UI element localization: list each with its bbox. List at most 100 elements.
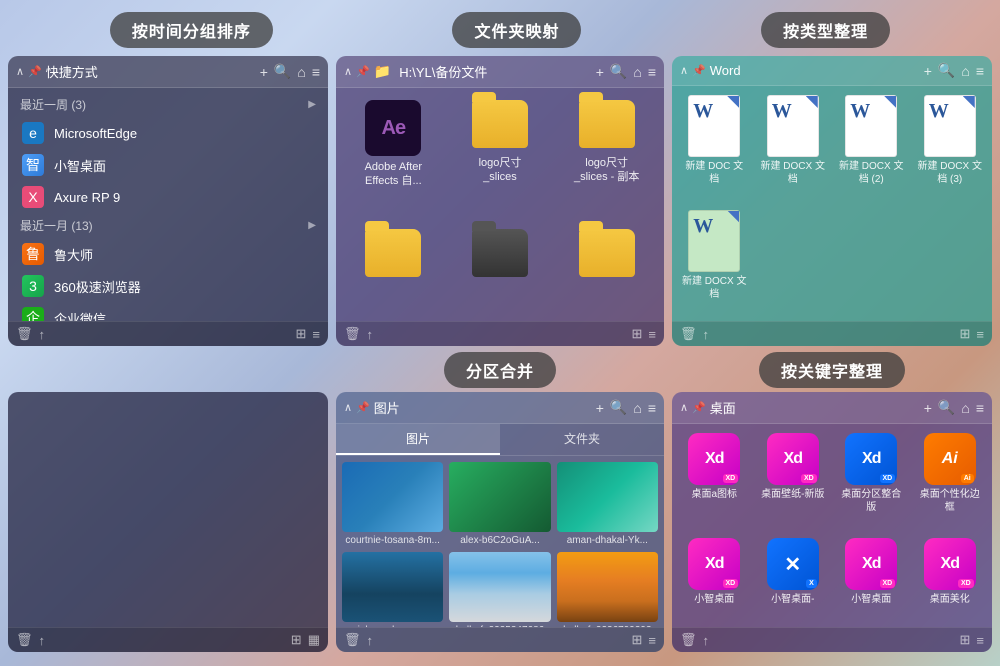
word-item-3[interactable]: W 新建 DOCX 文档 (2) <box>835 92 908 201</box>
images-sort-icon[interactable]: ↑ <box>367 633 374 648</box>
images-pin-icon[interactable]: 📌 <box>356 401 370 414</box>
word-search-icon[interactable]: 🔍 <box>938 62 955 79</box>
group-month-label: 最近一月 (13) <box>20 217 308 234</box>
folder-trash-icon[interactable]: 🗑 <box>344 326 361 342</box>
bottom-label-middle: 分区合并 <box>336 352 664 388</box>
shortcut-xiaozhi[interactable]: 智 小智桌面 <box>8 149 328 181</box>
image-item-1[interactable]: courtnie-tosana-8m... <box>342 462 443 546</box>
desktop-icon-7[interactable]: Xd XD 小智桌面 <box>835 535 908 621</box>
desktop-menu-icon[interactable]: ≡ <box>976 400 984 416</box>
word-pin-icon[interactable]: 📌 <box>692 64 706 77</box>
search-icon[interactable]: 🔍 <box>274 63 291 80</box>
desktop-icon-8[interactable]: Xd XD 桌面美化 <box>914 535 987 621</box>
shortcut-wechatwork[interactable]: 企 企业微信 <box>8 302 328 321</box>
word-item-1[interactable]: W 新建 DOC 文档 <box>678 92 751 201</box>
desktop-trash-icon[interactable]: 🗑 <box>680 632 697 648</box>
image-item-4[interactable]: john-roden-ca... <box>342 552 443 627</box>
menu-icon[interactable]: ≡ <box>312 64 320 80</box>
desktop-icon-6[interactable]: ✕ X 小智桌面- <box>757 535 830 621</box>
tab-folders[interactable]: 文件夹 <box>500 424 664 455</box>
images-chevron-icon[interactable]: ∧ <box>344 401 352 414</box>
image-item-5[interactable]: hellorf_2235347686 <box>449 552 550 627</box>
add-icon[interactable]: + <box>260 64 268 80</box>
desktop-search-icon[interactable]: 🔍 <box>938 399 955 416</box>
word-grid-icon[interactable]: ⊞ <box>960 326 971 342</box>
word-trash-icon[interactable]: 🗑 <box>680 326 697 342</box>
folder-grid-icon[interactable]: ⊞ <box>632 326 643 342</box>
desktop-icon-1[interactable]: Xd XD 桌面a图标 <box>678 430 751 529</box>
images-settings-icon[interactable]: ⌂ <box>633 400 641 416</box>
folder-menu-icon[interactable]: ≡ <box>648 64 656 80</box>
grid-icon[interactable]: ⊞ <box>296 326 307 342</box>
trash-icon[interactable]: 🗑 <box>16 326 33 342</box>
word-sort-icon[interactable]: ↑ <box>703 327 710 342</box>
group-week-arrow[interactable]: ▶ <box>308 99 316 110</box>
tab-images[interactable]: 图片 <box>336 424 500 455</box>
shortcuts-bottom-sort[interactable]: ↑ <box>39 633 46 648</box>
folder-pin-icon[interactable]: 📌 <box>356 65 370 78</box>
shortcuts-bottom-grid[interactable]: ⊞ <box>291 632 302 648</box>
folder-item-dark[interactable] <box>451 225 550 313</box>
thumb-5 <box>449 552 550 622</box>
images-menu-icon[interactable]: ≡ <box>648 400 656 416</box>
shortcut-360[interactable]: 3 360极速浏览器 <box>8 270 328 302</box>
image-item-2[interactable]: alex-b6C2oGuA... <box>449 462 550 546</box>
desktop-icon-5[interactable]: Xd XD 小智桌面 <box>678 535 751 621</box>
word-item-5[interactable]: W 新建 DOCX 文档 <box>678 207 751 316</box>
folder-list-icon[interactable]: ≡ <box>648 327 656 342</box>
desktop-icon-3[interactable]: Xd XD 桌面分区整合版 <box>835 430 908 529</box>
folder-item-ae[interactable]: Ae Adobe AfterEffects 自... <box>344 96 443 217</box>
ludashi-label: 鲁大师 <box>54 245 93 264</box>
group-month-arrow[interactable]: ▶ <box>308 220 316 231</box>
sort-icon[interactable]: ↑ <box>39 327 46 342</box>
folder-sort-icon[interactable]: ↑ <box>367 327 374 342</box>
word-settings-icon[interactable]: ⌂ <box>961 63 969 79</box>
images-trash-icon[interactable]: 🗑 <box>344 632 361 648</box>
folder-item-empty1[interactable] <box>344 225 443 313</box>
folder-panel: ∧ 📌 📁 H:\YL\备份文件 + 🔍 ⌂ ≡ Ae Adobe AfterE… <box>336 56 664 346</box>
folder-item-empty3[interactable] <box>557 225 656 313</box>
pin-icon[interactable]: 📌 <box>28 65 42 78</box>
images-list-icon[interactable]: ≡ <box>648 633 656 648</box>
folder-item-logo2[interactable]: logo尺寸_slices - 副本 <box>557 96 656 217</box>
images-tabs: 图片 文件夹 <box>336 424 664 456</box>
folder-search-icon[interactable]: 🔍 <box>610 63 627 80</box>
folder-chevron-icon[interactable]: ∧ <box>344 65 352 78</box>
chevron-up-icon[interactable]: ∧ <box>16 65 24 78</box>
word-chevron-icon[interactable]: ∧ <box>680 64 688 77</box>
word-doc-icon-1: W <box>688 95 740 157</box>
desktop-icon-4[interactable]: Ai Ai 桌面个性化边框 <box>914 430 987 529</box>
folder-item-logo1[interactable]: logo尺寸_slices <box>451 96 550 217</box>
word-add-icon[interactable]: + <box>924 63 932 79</box>
folder-add-icon[interactable]: + <box>596 64 604 80</box>
desktop-icon-2[interactable]: Xd XD 桌面壁纸-新版 <box>757 430 830 529</box>
shortcut-axure[interactable]: X Axure RP 9 <box>8 181 328 213</box>
shortcuts-bottom-trash[interactable]: 🗑 <box>16 632 33 648</box>
images-search-icon[interactable]: 🔍 <box>610 399 627 416</box>
list-icon[interactable]: ≡ <box>312 327 320 342</box>
logo2-icon-wrapper <box>579 100 635 152</box>
label-type-organize: 按类型整理 <box>761 12 890 48</box>
desktop-add-icon[interactable]: + <box>924 400 932 416</box>
word-item-4[interactable]: W 新建 DOCX 文档 (3) <box>914 92 987 201</box>
desktop-list-icon[interactable]: ≡ <box>976 633 984 648</box>
folder-settings-icon[interactable]: ⌂ <box>633 64 641 80</box>
shortcuts-bottom-list[interactable]: ▦ <box>308 632 320 648</box>
word-list-icon[interactable]: ≡ <box>976 327 984 342</box>
desktop-settings-icon[interactable]: ⌂ <box>961 400 969 416</box>
settings-icon[interactable]: ⌂ <box>297 64 305 80</box>
image-item-6[interactable]: hellorf_2236799393 <box>557 552 658 627</box>
image-item-3[interactable]: aman-dhakal-Yk... <box>557 462 658 546</box>
desktop-pin-icon[interactable]: 📌 <box>692 401 706 414</box>
desktop-grid-icon[interactable]: ⊞ <box>960 632 971 648</box>
word-menu-icon[interactable]: ≡ <box>976 63 984 79</box>
word-item-2[interactable]: W 新建 DOCX 文档 <box>757 92 830 201</box>
images-add-icon[interactable]: + <box>596 400 604 416</box>
xd-text-5: Xd <box>705 555 723 573</box>
shortcut-edge[interactable]: e MicrosoftEdge <box>8 117 328 149</box>
images-grid-icon[interactable]: ⊞ <box>632 632 643 648</box>
desktop-chevron-icon[interactable]: ∧ <box>680 401 688 414</box>
desktop-sort-icon[interactable]: ↑ <box>703 633 710 648</box>
shortcut-ludashi[interactable]: 鲁 鲁大师 <box>8 238 328 270</box>
folder-yellow4-icon <box>579 229 635 277</box>
